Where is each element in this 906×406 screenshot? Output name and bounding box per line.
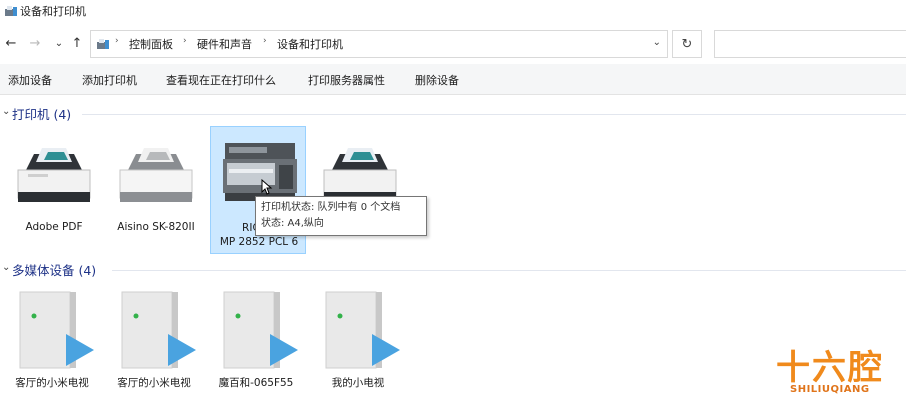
media-device-item[interactable]: 我的小电视 [310,286,406,396]
media-device-item[interactable]: 客厅的小米电视 [4,286,100,396]
up-button[interactable]: ↑ [68,34,86,52]
breadcrumb-hardware-sound[interactable]: 硬件和声音 [197,36,252,52]
breadcrumb-separator[interactable]: › [183,36,187,46]
media-device-item[interactable]: 客厅的小米电视 [106,286,202,396]
recent-locations-button[interactable]: ⌄ [50,34,68,52]
printer-label-line2: MP 2852 PCL 6 [219,236,299,248]
refresh-button[interactable]: ↻ [672,30,702,58]
address-dropdown-icon[interactable]: ⌄ [653,37,661,48]
command-bar: 添加设备 添加打印机 查看现在正在打印什么 打印服务器属性 删除设备 [0,64,906,95]
media-device-icon [19,291,94,369]
breadcrumb-separator[interactable]: › [115,36,119,46]
printer-label: Aisino SK-820II [117,221,195,233]
mouse-cursor-icon [261,179,273,195]
watermark-subtext: SHILIUQIANG [790,384,870,395]
add-printer-button[interactable]: 添加打印机 [82,72,137,88]
navigation-bar: ← → ⌄ ↑ › 控制面板 › 硬件和声音 › 设备和打印机 ⌄ ↻ [0,28,906,62]
media-device-label: 魔百和-065F55 [218,377,294,389]
tooltip-line-paper: 状态: A4,纵向 [261,218,324,229]
media-device-icon [223,291,298,369]
printer-item-aisino[interactable]: Aisino SK-820II [108,130,204,250]
group-title: 多媒体设备 (4) [12,263,97,278]
collapse-chevron-icon[interactable]: ⌄ [2,106,10,117]
address-bar[interactable]: › 控制面板 › 硬件和声音 › 设备和打印机 ⌄ [90,30,668,58]
group-header-printers[interactable]: ⌄ 打印机 (4) [0,104,906,124]
devices-printers-icon [97,39,109,49]
devices-printers-icon [5,6,17,16]
search-input[interactable] [714,30,906,58]
printer-status-tooltip: 打印机状态: 队列中有 0 个文档 状态: A4,纵向 [255,196,427,236]
media-device-item[interactable]: 魔百和-065F55 [208,286,304,396]
group-divider [82,114,906,115]
media-device-label: 客厅的小米电视 [117,377,191,389]
printer-icon [119,148,193,202]
printer-item-adobe-pdf[interactable]: Adobe PDF [6,130,102,250]
forward-button[interactable]: → [26,34,44,52]
back-button[interactable]: ← [2,34,20,52]
breadcrumb-control-panel[interactable]: 控制面板 [129,36,173,52]
media-device-label: 我的小电视 [331,377,385,389]
remove-device-button[interactable]: 删除设备 [415,72,459,88]
see-whats-printing-button[interactable]: 查看现在正在打印什么 [166,72,276,88]
media-device-icon [121,291,196,369]
watermark-logo: 十六腔 SHILIUQIANG [770,338,898,402]
printer-label: Adobe PDF [25,221,83,233]
watermark-text: 十六腔 [776,348,884,388]
collapse-chevron-icon[interactable]: ⌄ [2,262,10,273]
group-divider [112,270,906,271]
media-device-label: 客厅的小米电视 [15,377,89,389]
add-device-button[interactable]: 添加设备 [8,72,52,88]
breadcrumb-separator[interactable]: › [263,36,267,46]
window-title: 设备和打印机 [20,5,86,18]
tooltip-line-status: 打印机状态: 队列中有 0 个文档 [261,202,401,213]
title-bar: 设备和打印机 [0,0,906,26]
group-title: 打印机 (4) [12,107,72,122]
media-device-icon [325,291,400,369]
group-header-multimedia[interactable]: ⌄ 多媒体设备 (4) [0,260,906,280]
printer-icon [17,148,91,202]
breadcrumb-devices-printers[interactable]: 设备和打印机 [277,36,343,52]
refresh-icon: ↻ [681,36,693,52]
print-server-properties-button[interactable]: 打印服务器属性 [308,72,385,88]
